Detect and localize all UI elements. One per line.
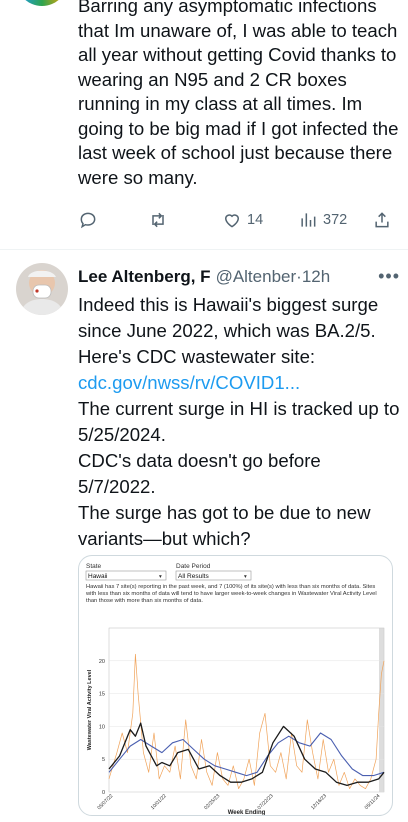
x-tick-label: 05/11/24	[364, 793, 382, 811]
tweet-text-part1: Indeed this is Hawaii's biggest surge si…	[78, 294, 379, 367]
retweet-icon	[152, 212, 164, 228]
y-tick-label: 0	[102, 790, 105, 796]
views-icon	[301, 213, 316, 227]
tweet-text-part2: The current surge in HI is tracked up to…	[78, 398, 400, 445]
tweet-text: Indeed this is Hawaii's biggest surge si…	[78, 292, 400, 552]
state-select-value: Hawaii	[88, 573, 108, 580]
x-tick-label: 05/07/22	[96, 793, 114, 811]
x-axis-label: Week Ending	[228, 810, 266, 816]
heart-icon	[224, 214, 240, 228]
series-line-site	[108, 653, 385, 790]
x-tick-label: 02/25/23	[203, 793, 221, 811]
x-tick-label: 12/16/23	[310, 793, 328, 811]
tweet-text-part3: CDC's data doesn't go before 5/7/2022.	[78, 450, 321, 497]
tweet-header: Lee Altenberg, F @Altenber· 12h •••	[78, 266, 400, 288]
author-avatar[interactable]	[16, 263, 68, 315]
author-handle[interactable]: @Altenber·	[216, 267, 302, 287]
y-tick-label: 15	[99, 692, 105, 698]
like-count: 14	[247, 212, 264, 228]
chevron-down-icon: ▾	[244, 574, 247, 580]
tweet-divider	[0, 249, 408, 250]
attached-chart-image[interactable]: State Hawaii ▾ Date Period All Results ▾…	[78, 555, 393, 816]
share-button[interactable]	[372, 207, 392, 233]
retweet-button[interactable]	[148, 207, 173, 233]
tweet-link[interactable]: cdc.gov/nwss/rv/COVID1...	[78, 372, 300, 393]
view-count: 372	[323, 212, 348, 228]
period-select-value: All Results	[178, 573, 209, 580]
share-icon	[375, 212, 389, 228]
state-label: State	[86, 563, 102, 570]
tweet-actions-bar: 14 372	[78, 207, 396, 233]
tweet-text: Barring any asymptomatic infections that…	[78, 0, 399, 188]
chevron-down-icon: ▾	[159, 574, 162, 580]
tweet-text-part4: The surge has got to be due to new varia…	[78, 502, 371, 549]
reply-icon	[80, 212, 96, 229]
card-note-text: Hawaii has 7 site(s) reporting in the pa…	[86, 584, 377, 605]
period-label: Date Period	[176, 563, 211, 570]
tweet-timestamp[interactable]: 12h	[302, 267, 330, 287]
views-button[interactable]: 372	[298, 207, 347, 233]
plot-frame	[108, 627, 385, 793]
x-tick-label: 10/01/22	[150, 793, 168, 811]
reply-button[interactable]	[78, 207, 103, 233]
y-tick-label: 10	[99, 724, 105, 730]
more-options-icon[interactable]: •••	[378, 266, 400, 287]
like-button[interactable]: 14	[222, 207, 263, 233]
author-name[interactable]: Lee Altenberg, F	[78, 267, 211, 287]
x-tick-label: 07/22/23	[257, 793, 275, 811]
card-note: Hawaii has 7 site(s) reporting in the pa…	[86, 584, 377, 605]
recent-data-band	[379, 628, 384, 792]
y-axis-label: Wastewater Viral Activity Level	[87, 669, 93, 750]
y-tick-label: 20	[99, 659, 105, 665]
y-tick-label: 5	[102, 757, 105, 763]
chart-plot-area: 0 5 10 15 20 05/07/22 10/01/22 02/25/23 07/22/23…	[87, 627, 385, 816]
author-avatar[interactable]	[16, 0, 68, 6]
